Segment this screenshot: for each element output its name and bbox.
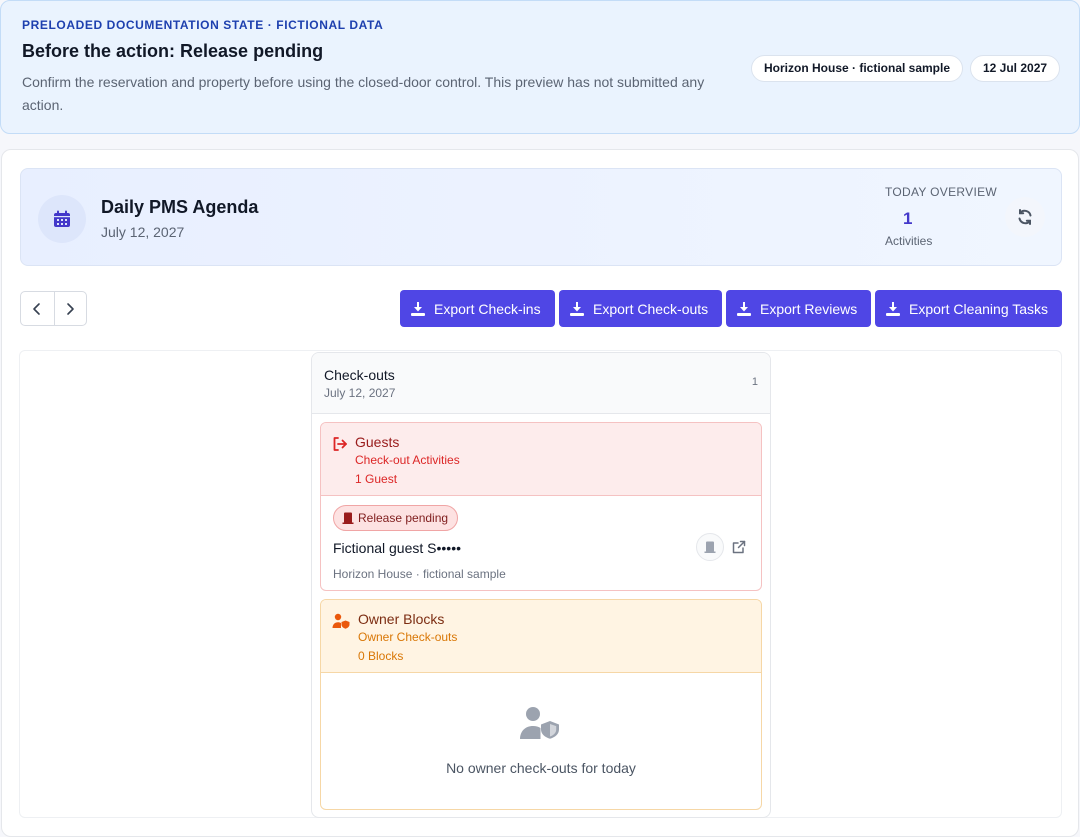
owner-blocks-count: 0 Blocks — [358, 649, 404, 663]
column-title: Check-outs — [324, 367, 395, 383]
overview-count: 1 — [903, 209, 913, 228]
guests-title: Guests — [355, 434, 400, 450]
sign-out-icon — [333, 437, 347, 451]
export-cleaning-tasks-label: Export Cleaning Tasks — [909, 300, 1049, 317]
download-icon — [737, 301, 751, 316]
guest-name: Fictional guest S••••• — [333, 540, 462, 556]
column-count: 1 — [751, 376, 758, 388]
owner-blocks-title: Owner Blocks — [358, 611, 445, 627]
door-closed-icon — [704, 541, 716, 553]
status-label: Release pending — [358, 511, 449, 525]
owner-blocks-subtitle: Owner Check-outs — [358, 630, 458, 644]
column-date: July 12, 2027 — [324, 386, 396, 400]
owner-blocks-header: Owner Blocks Owner Check-outs 0 Blocks — [321, 600, 761, 673]
calendar-icon — [38, 195, 86, 243]
overview-label: TODAY OVERVIEW — [885, 185, 998, 199]
export-check-ins-button[interactable]: Export Check-ins — [400, 290, 555, 327]
refresh-button[interactable] — [1005, 197, 1045, 237]
guests-section: Guests Check-out Activities 1 Guest Rele… — [320, 422, 762, 591]
door-closed-icon — [342, 512, 354, 524]
status-badge: Release pending — [333, 505, 459, 531]
banner-eyebrow: PRELOADED DOCUMENTATION STATE · FICTIONA… — [22, 18, 384, 32]
date-pill: 12 Jul 2027 — [970, 55, 1061, 82]
agenda-card: Daily PMS Agenda July 12, 2027 TODAY OVE… — [1, 149, 1079, 837]
export-cleaning-tasks-button[interactable]: Export Cleaning Tasks — [875, 290, 1062, 327]
empty-state-text: No owner check-outs for today — [446, 760, 636, 776]
property-pill: Horizon House · fictional sample — [751, 55, 964, 82]
documentation-banner: PRELOADED DOCUMENTATION STATE · FICTIONA… — [0, 0, 1080, 134]
export-reviews-label: Export Reviews — [760, 300, 858, 317]
agenda-date: July 12, 2027 — [101, 224, 185, 240]
download-icon — [886, 301, 900, 316]
banner-description: Confirm the reservation and property bef… — [22, 74, 705, 113]
guest-property: Horizon House · fictional sample — [333, 567, 506, 581]
closed-door-control-button[interactable] — [696, 533, 724, 561]
agenda-header: Daily PMS Agenda July 12, 2027 TODAY OVE… — [20, 168, 1062, 266]
external-link-icon[interactable] — [731, 539, 747, 555]
export-reviews-button[interactable]: Export Reviews — [726, 290, 871, 327]
previous-day-button[interactable] — [21, 292, 54, 325]
guests-section-header: Guests Check-out Activities 1 Guest — [321, 423, 761, 496]
overview-sub: Activities — [885, 234, 933, 248]
user-shield-icon — [520, 707, 559, 739]
chevron-left-icon — [33, 302, 41, 315]
download-icon — [411, 301, 425, 316]
export-check-ins-label: Export Check-ins — [434, 300, 541, 317]
export-check-outs-label: Export Check-outs — [593, 300, 709, 317]
export-check-outs-button[interactable]: Export Check-outs — [559, 290, 722, 327]
date-navigation — [20, 291, 87, 326]
banner-title: Before the action: Release pending — [22, 41, 324, 61]
owner-blocks-section: Owner Blocks Owner Check-outs 0 Blocks N… — [320, 599, 762, 810]
check-outs-column: Check-outs July 12, 2027 1 Guests Check-… — [311, 352, 771, 818]
next-day-button[interactable] — [53, 292, 87, 325]
page-title: Daily PMS Agenda — [101, 197, 259, 217]
download-icon — [570, 301, 584, 316]
chevron-right-icon — [67, 302, 75, 315]
guests-count: 1 Guest — [355, 472, 398, 486]
user-shield-icon — [332, 613, 350, 629]
guests-subtitle: Check-out Activities — [355, 453, 460, 467]
column-header: Check-outs July 12, 2027 1 — [312, 353, 770, 414]
refresh-icon — [1018, 209, 1032, 225]
